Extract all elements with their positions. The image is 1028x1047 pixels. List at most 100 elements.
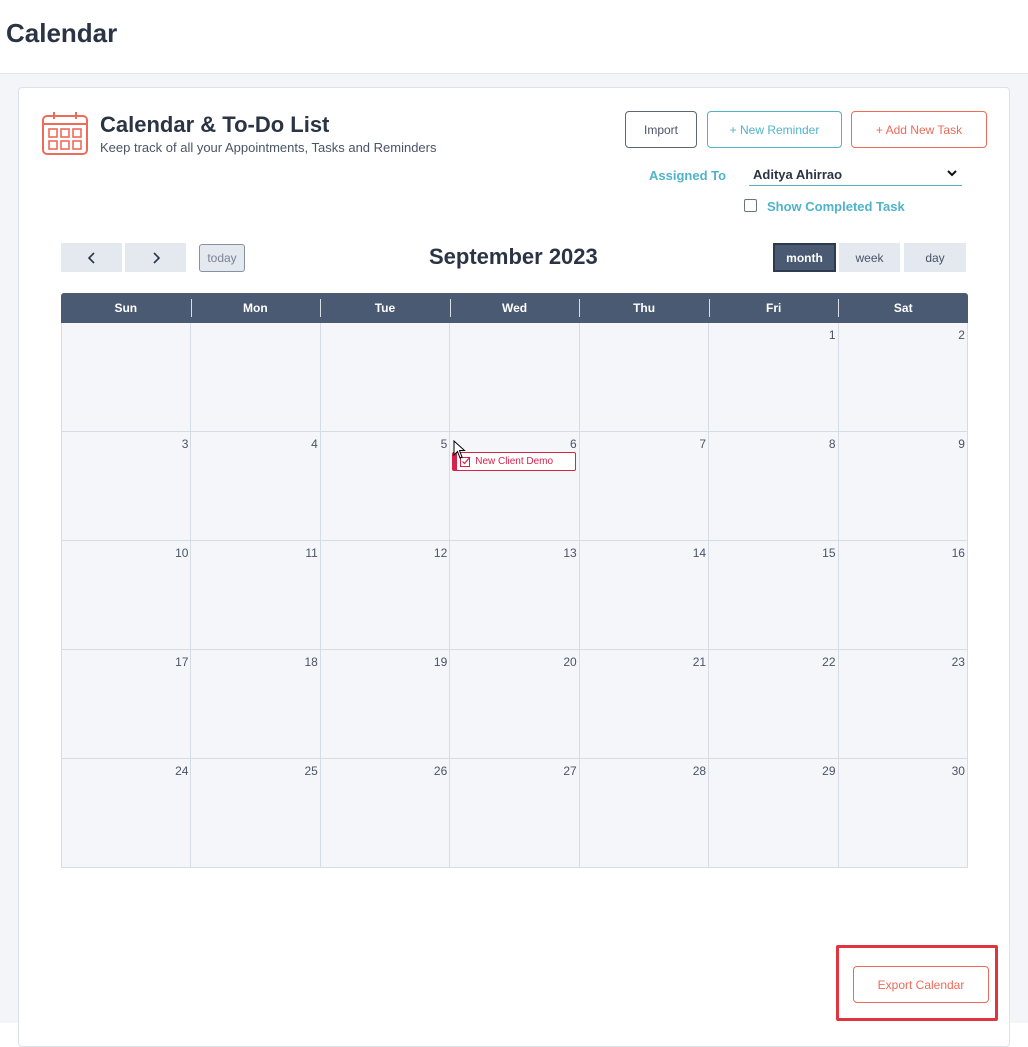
day-cell[interactable]: 4 — [191, 432, 321, 541]
weekday-header: Sun Mon Tue Wed Thu Fri Sat — [61, 293, 968, 323]
day-number: 1 — [828, 328, 836, 342]
day-number: 9 — [958, 437, 965, 451]
day-number: 11 — [305, 546, 318, 560]
day-cell[interactable]: 14 — [579, 541, 710, 650]
day-number: 8 — [828, 437, 836, 451]
chevron-down-icon — [947, 170, 957, 177]
day-number: 16 — [951, 546, 965, 560]
day-number: 30 — [951, 764, 965, 778]
day-number: 4 — [311, 437, 318, 451]
day-cell[interactable] — [320, 323, 451, 432]
assigned-to-value: Aditya Ahirrao — [753, 167, 843, 182]
month-grid: Sun Mon Tue Wed Thu Fri Sat 1 2 3 4 5 6 — [61, 293, 968, 868]
calendar-icon — [42, 112, 88, 155]
day-cell[interactable] — [450, 323, 580, 432]
day-cell[interactable] — [191, 323, 321, 432]
day-number: 14 — [692, 546, 707, 560]
next-month-button[interactable] — [125, 243, 186, 272]
day-cell[interactable]: 9 — [838, 432, 968, 541]
day-cell[interactable]: 12 — [320, 541, 451, 650]
week-row: 17 18 19 20 21 22 23 — [61, 650, 968, 759]
day-number: 18 — [304, 655, 318, 669]
export-calendar-button[interactable]: Export Calendar — [853, 966, 989, 1003]
weekday-tue: Tue — [320, 293, 450, 323]
day-cell[interactable]: 15 — [709, 541, 839, 650]
view-month-button[interactable]: month — [773, 243, 836, 272]
day-number: 5 — [440, 437, 448, 451]
day-number: 7 — [699, 437, 707, 451]
page-header: Calendar — [0, 0, 1028, 74]
week-row: 24 25 26 27 28 29 30 — [61, 759, 968, 868]
day-number: 17 — [175, 655, 189, 669]
day-number: 10 — [175, 546, 189, 560]
day-cell[interactable]: 16 — [838, 541, 968, 650]
day-cell[interactable]: 21 — [579, 650, 710, 759]
day-number: 2 — [958, 328, 965, 342]
day-cell[interactable]: 19 — [320, 650, 451, 759]
page-title: Calendar — [6, 18, 118, 48]
day-cell[interactable]: 7 — [579, 432, 710, 541]
weekday-wed: Wed — [449, 293, 580, 323]
day-cell[interactable]: 23 — [838, 650, 968, 759]
day-cell[interactable]: 28 — [579, 759, 710, 868]
day-cell[interactable]: 3 — [61, 432, 192, 541]
today-button[interactable]: today — [199, 244, 245, 272]
weekday-fri: Fri — [708, 293, 839, 323]
day-cell[interactable]: 13 — [450, 541, 580, 650]
prev-month-button[interactable] — [61, 243, 122, 272]
day-number: 22 — [822, 655, 836, 669]
day-cell[interactable] — [579, 323, 710, 432]
weekday-mon: Mon — [190, 293, 321, 323]
day-number: 26 — [433, 764, 448, 778]
calendar-event[interactable]: New Client Demo — [452, 452, 577, 471]
day-cell[interactable]: 17 — [61, 650, 192, 759]
day-number: 3 — [181, 437, 189, 451]
card-subtitle: Keep track of all your Appointments, Tas… — [100, 140, 437, 155]
day-number: 29 — [822, 764, 836, 778]
event-title: New Client Demo — [475, 456, 554, 467]
weekday-thu: Thu — [579, 293, 709, 323]
day-cell[interactable] — [61, 323, 192, 432]
day-cell[interactable]: 29 — [709, 759, 839, 868]
week-row: 3 4 5 6 New Client Demo 7 8 9 — [61, 432, 968, 541]
view-week-button[interactable]: week — [839, 243, 900, 272]
chevron-left-icon — [87, 251, 95, 264]
mouse-cursor-icon — [453, 440, 466, 459]
view-day-button[interactable]: day — [904, 243, 966, 272]
day-number: 15 — [822, 546, 836, 560]
day-cell[interactable]: 6 New Client Demo — [450, 432, 580, 541]
add-task-button[interactable]: + Add New Task — [851, 111, 987, 148]
month-title: September 2023 — [429, 244, 598, 269]
day-cell[interactable]: 1 — [709, 323, 839, 432]
chevron-right-icon — [152, 251, 160, 264]
day-cell[interactable]: 27 — [450, 759, 580, 868]
weekday-sat: Sat — [838, 293, 968, 323]
day-cell[interactable]: 26 — [320, 759, 451, 868]
day-cell[interactable]: 30 — [838, 759, 968, 868]
day-number: 23 — [951, 655, 965, 669]
assigned-to-select[interactable]: Aditya Ahirrao — [749, 164, 962, 186]
import-button[interactable]: Import — [625, 111, 697, 148]
day-cell[interactable]: 8 — [709, 432, 839, 541]
day-number: 24 — [175, 764, 189, 778]
new-reminder-button[interactable]: + New Reminder — [707, 111, 842, 148]
day-cell[interactable]: 22 — [709, 650, 839, 759]
day-number: 27 — [563, 764, 577, 778]
day-cell[interactable]: 10 — [61, 541, 192, 650]
day-cell[interactable]: 2 — [838, 323, 968, 432]
week-row: 1 2 — [61, 323, 968, 432]
day-cell[interactable]: 18 — [191, 650, 321, 759]
show-completed-label[interactable]: Show Completed Task — [767, 199, 905, 214]
day-cell[interactable]: 24 — [61, 759, 192, 868]
day-cell[interactable]: 5 — [320, 432, 451, 541]
day-cell[interactable]: 20 — [450, 650, 580, 759]
day-number: 28 — [692, 764, 707, 778]
day-number: 19 — [433, 655, 448, 669]
week-row: 10 11 12 13 14 15 16 — [61, 541, 968, 650]
day-cell[interactable]: 11 — [191, 541, 321, 650]
day-cell[interactable]: 25 — [191, 759, 321, 868]
day-number: 13 — [563, 546, 577, 560]
day-number: 21 — [692, 655, 707, 669]
show-completed-checkbox[interactable] — [744, 199, 757, 212]
day-number: 25 — [304, 764, 318, 778]
